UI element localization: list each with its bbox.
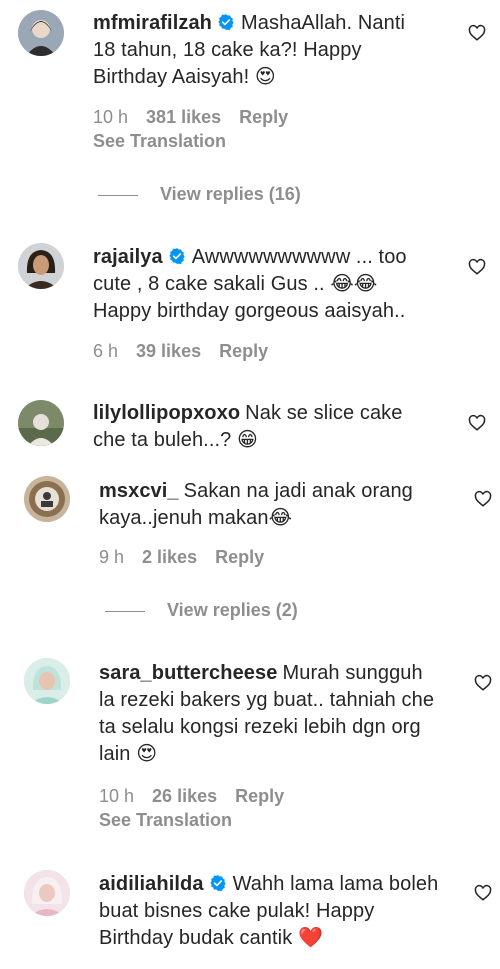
comment-body: sara_buttercheese Murah sungguh la rezeki… <box>99 660 444 768</box>
comment-body: msxcvi_ Sakan na jadi anak orang kaya..je… <box>99 478 439 532</box>
comment-meta: 6 h 39 likes Reply <box>93 340 286 362</box>
username[interactable]: sara_buttercheese <box>99 662 277 684</box>
avatar[interactable] <box>18 400 64 446</box>
heart-outline-icon[interactable] <box>474 884 492 902</box>
see-translation-link[interactable]: See Translation <box>99 809 232 831</box>
username[interactable]: msxcvi_ <box>99 480 179 502</box>
heart-outline-icon[interactable] <box>474 674 492 692</box>
view-replies-label: View replies (2) <box>167 600 298 620</box>
username[interactable]: lilylollipopxoxo <box>93 402 240 424</box>
heart-outline-icon[interactable] <box>474 490 492 508</box>
divider-line <box>98 194 138 196</box>
likes-count[interactable]: 26 likes <box>152 786 217 806</box>
heart-outline-icon[interactable] <box>468 258 486 276</box>
comment-body: lilylollipopxoxo Nak se slice cake che ta… <box>93 400 438 454</box>
heart-outline-icon[interactable] <box>468 414 486 432</box>
verified-badge-icon <box>218 14 234 31</box>
timestamp: 9 h <box>99 547 125 567</box>
likes-count[interactable]: 2 likes <box>142 547 197 567</box>
comment-meta: 10 h 26 likes Reply <box>99 785 302 807</box>
timestamp: 10 h <box>93 107 129 127</box>
username[interactable]: aidiliahilda <box>99 873 204 895</box>
see-translation-link[interactable]: See Translation <box>93 130 226 152</box>
avatar[interactable] <box>24 476 70 522</box>
divider-line <box>105 610 145 612</box>
verified-badge-icon <box>169 248 185 265</box>
comment-body: aidiliahilda Wahh lama lama boleh buat bi… <box>99 871 444 952</box>
likes-count[interactable]: 39 likes <box>136 341 201 361</box>
comment-meta: 10 h 381 likes Reply <box>93 106 306 128</box>
comment-meta: 9 h 2 likes Reply <box>99 546 282 568</box>
avatar[interactable] <box>18 243 64 289</box>
comment-body: mfmirafilzah MashaAllah. Nanti 18 tahun, … <box>93 10 433 91</box>
avatar[interactable] <box>24 870 70 916</box>
view-replies-label: View replies (16) <box>160 184 301 204</box>
timestamp: 10 h <box>99 786 135 806</box>
comment-body: rajailya Awwwwwwwwww ... too cute , 8 cak… <box>93 244 438 325</box>
username[interactable]: mfmirafilzah <box>93 12 212 34</box>
heart-outline-icon[interactable] <box>468 24 486 42</box>
avatar[interactable] <box>18 10 64 56</box>
reply-button[interactable]: Reply <box>215 547 264 567</box>
avatar[interactable] <box>24 658 70 704</box>
verified-badge-icon <box>209 875 226 892</box>
likes-count[interactable]: 381 likes <box>146 107 221 127</box>
timestamp: 6 h <box>93 341 119 361</box>
view-replies-button[interactable]: View replies (16) <box>98 183 301 205</box>
view-replies-button[interactable]: View replies (2) <box>105 599 298 621</box>
reply-button[interactable]: Reply <box>235 786 284 806</box>
reply-button[interactable]: Reply <box>239 107 288 127</box>
reply-button[interactable]: Reply <box>219 341 268 361</box>
username[interactable]: rajailya <box>93 246 163 268</box>
